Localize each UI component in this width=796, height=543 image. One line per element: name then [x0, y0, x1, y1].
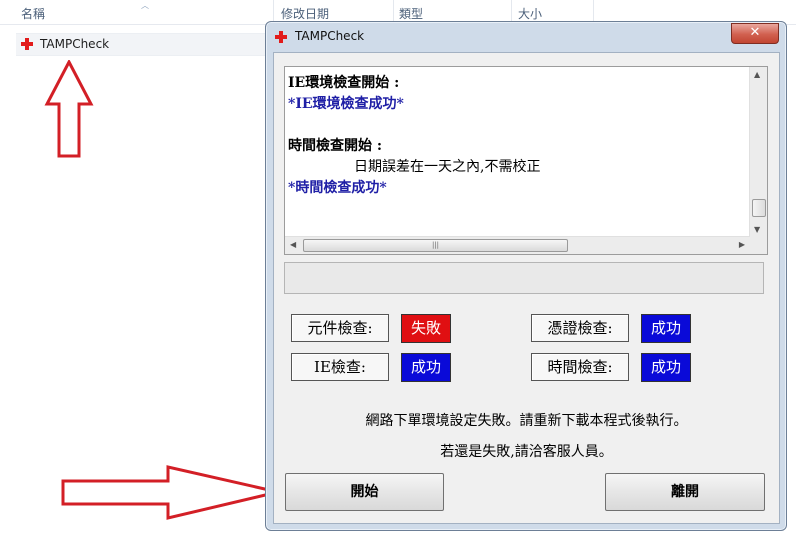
time-check-label: 時間檢查: — [531, 353, 629, 381]
exit-button[interactable]: 離開 — [605, 473, 765, 511]
sort-arrow-icon: ︿ — [141, 1, 149, 10]
log-line: 日期誤差在一天之內,不需校正 — [354, 159, 541, 175]
title-bar[interactable]: TAMPCheck ✕ — [266, 22, 786, 52]
close-icon: ✕ — [749, 25, 761, 40]
log-content: IE環境檢查開始 : *IE環境檢查成功* 時間檢查開始 : 日期誤差在一天之內,不需… — [288, 73, 743, 199]
time-check-result: 成功 — [641, 353, 691, 382]
column-name[interactable]: 名稱 — [21, 5, 45, 22]
column-size[interactable]: 大小 — [518, 5, 542, 22]
error-message: 網路下單環境設定失敗。請重新下載本程式後執行。 — [365, 413, 688, 429]
log-textarea[interactable]: IE環境檢查開始 : *IE環境檢查成功* 時間檢查開始 : 日期誤差在一天之內,不需… — [284, 66, 768, 255]
red-cross-icon — [275, 31, 287, 43]
component-check-result: 失敗 — [401, 314, 451, 343]
red-cross-icon — [21, 38, 33, 50]
horizontal-scroll-thumb[interactable]: ||| — [303, 239, 568, 252]
credential-check-result: 成功 — [641, 314, 691, 343]
support-message: 若還是失敗,請洽客服人員。 — [440, 444, 613, 460]
file-name: TAMPCheck — [40, 37, 110, 51]
component-check-label: 元件檢查: — [291, 314, 389, 342]
close-button[interactable]: ✕ — [731, 23, 779, 44]
tampcheck-window: TAMPCheck ✕ IE環境檢查開始 : *IE環境檢查成功* 時間檢查開始 :… — [265, 21, 787, 531]
start-button[interactable]: 開始 — [285, 473, 444, 511]
log-line: 時間檢查開始 : — [288, 138, 383, 154]
scroll-corner — [750, 237, 767, 254]
vertical-scrollbar[interactable]: ▲ ▼ — [749, 67, 767, 237]
vertical-scroll-thumb[interactable] — [752, 199, 766, 217]
annotation-arrow-right — [61, 465, 279, 520]
horizontal-scrollbar[interactable]: ◀ ||| ▶ — [285, 236, 750, 254]
scroll-left-icon[interactable]: ◀ — [290, 240, 296, 249]
dialog-body: IE環境檢查開始 : *IE環境檢查成功* 時間檢查開始 : 日期誤差在一天之內,不需… — [273, 52, 780, 524]
log-line: IE環境檢查開始 : — [288, 75, 400, 91]
ie-check-result: 成功 — [401, 353, 451, 382]
column-date-modified[interactable]: 修改日期 — [281, 5, 329, 22]
scroll-up-icon[interactable]: ▲ — [754, 70, 760, 79]
status-box — [284, 262, 764, 294]
annotation-arrow-up — [44, 60, 94, 158]
window-title: TAMPCheck — [295, 29, 365, 43]
scroll-down-icon[interactable]: ▼ — [754, 225, 760, 234]
scroll-right-icon[interactable]: ▶ — [739, 240, 745, 249]
ie-check-label: IE檢查: — [291, 353, 389, 381]
credential-check-label: 憑證檢查: — [531, 314, 629, 342]
column-type[interactable]: 類型 — [399, 5, 423, 22]
log-line: *時間檢查成功* — [288, 180, 387, 196]
file-row-tampcheck[interactable]: TAMPCheck — [16, 33, 276, 56]
log-line: *IE環境檢查成功* — [288, 96, 404, 112]
